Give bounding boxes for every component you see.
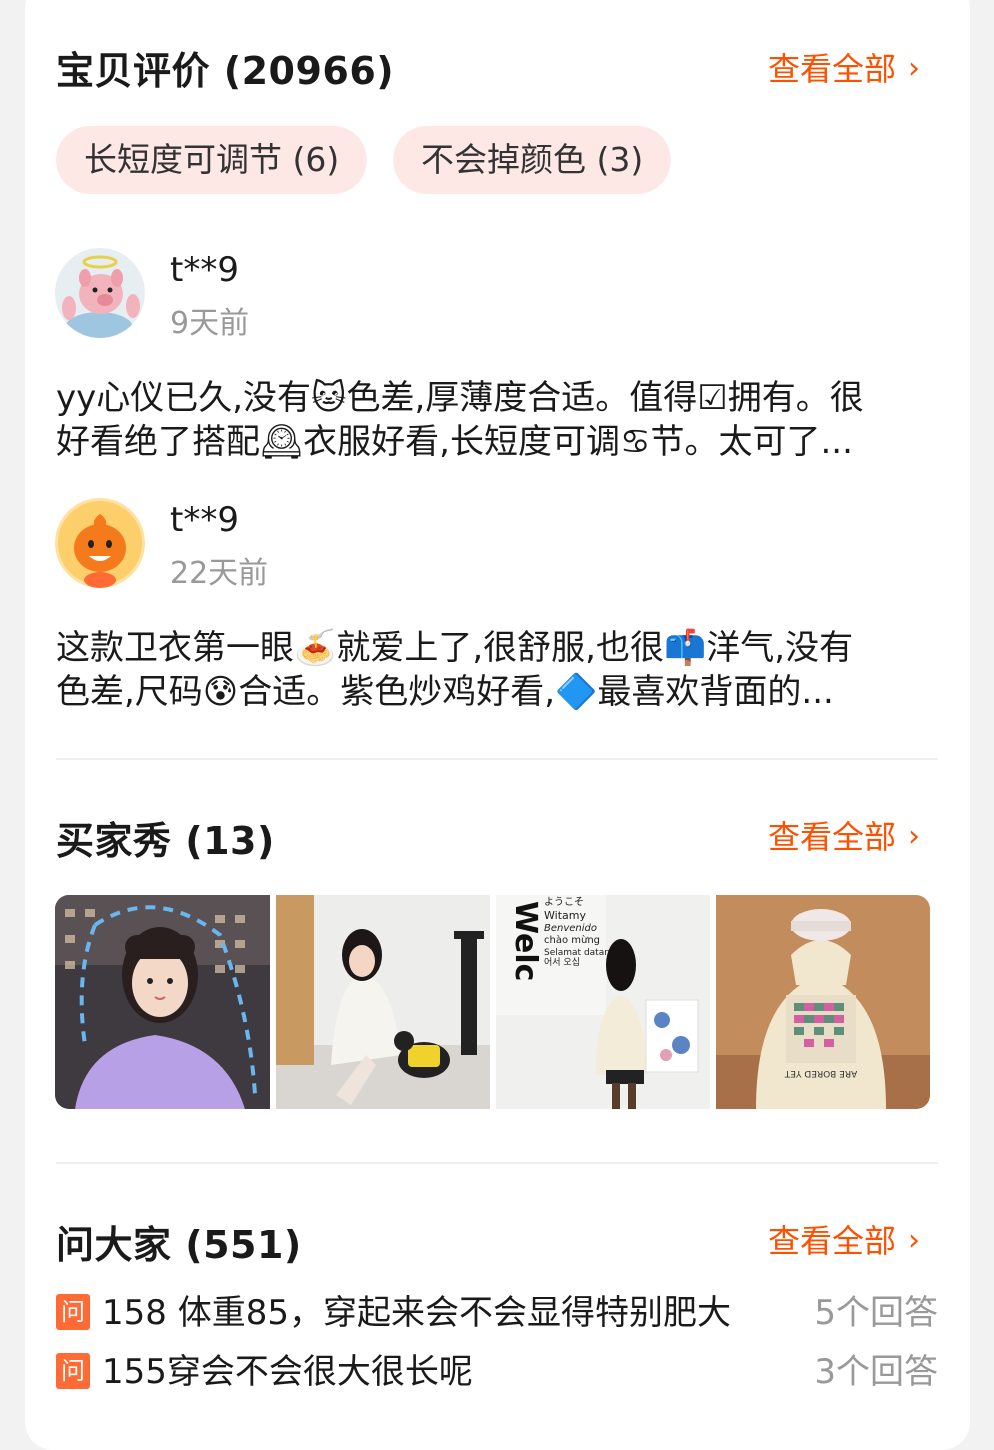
photo-sign-text: Selamat datang xyxy=(544,948,616,958)
photo-sign-text: ようこそ xyxy=(544,896,584,908)
avatar xyxy=(55,498,145,588)
reviews-view-all-link[interactable]: 查看全部 › xyxy=(768,44,920,90)
review-username: t**9 xyxy=(170,500,239,540)
review-text-line: 这款卫衣第一眼🍝就爱上了,很舒服,也很📫洋气,没有 xyxy=(56,628,854,668)
review-time: 22天前 xyxy=(170,556,269,591)
review-time: 9天前 xyxy=(170,306,250,341)
buyer-photo[interactable]: ARE BORED YET xyxy=(716,895,930,1109)
review-username: t**9 xyxy=(170,250,239,290)
qa-answer-count: 3个回答 xyxy=(814,1352,938,1392)
buyer-photo[interactable]: Welc ようこそ Witamy Benvenido chào mừng Sel… xyxy=(496,895,710,1109)
review-tag-adjustable-length[interactable]: 长短度可调节 (6) xyxy=(56,126,368,194)
qa-question-text: 155穿会不会很大很长呢 xyxy=(102,1352,473,1392)
review-text-line: 好看绝了搭配🕰衣服好看,长短度可调♋节。太可了... xyxy=(56,422,853,462)
chevron-right-icon: › xyxy=(908,1223,921,1258)
qa-item[interactable]: 问 158 体重85，穿起来会不会显得特别肥大 5个回答 xyxy=(56,1288,938,1338)
buyer-photo-image xyxy=(55,895,270,1109)
buyer-show-view-all-link[interactable]: 查看全部 › xyxy=(768,812,920,858)
buyer-show-view-all-label: 查看全部 xyxy=(768,818,897,856)
qa-item[interactable]: 问 155穿会不会很大很长呢 3个回答 xyxy=(56,1347,938,1397)
ask-everyone-title: 问大家 (551) xyxy=(56,1223,302,1267)
buyer-photo[interactable] xyxy=(276,895,490,1109)
reviews-title: 宝贝评价 (20966) xyxy=(56,49,395,93)
photo-sign-text: Benvenido xyxy=(544,923,597,934)
buyer-show-title: 买家秀 (13) xyxy=(56,819,275,863)
ask-everyone-view-all-label: 查看全部 xyxy=(768,1222,897,1260)
qa-answer-count: 5个回答 xyxy=(814,1293,938,1333)
question-badge-icon: 问 xyxy=(56,1294,90,1330)
buyer-photo-image xyxy=(276,895,490,1109)
buyer-photo-image: Welc ようこそ Witamy Benvenido chào mừng Sel… xyxy=(496,895,710,1109)
reviews-view-all-label: 查看全部 xyxy=(768,50,897,88)
review-text-line: 色差,尺码😰合适。紫色炒鸡好看,🔷最喜欢背面的... xyxy=(56,672,834,712)
buyer-photo[interactable] xyxy=(55,895,270,1109)
section-divider xyxy=(56,1162,938,1164)
hoodie-print-text: ARE BORED YET xyxy=(784,1068,857,1078)
question-badge-icon: 问 xyxy=(56,1353,90,1389)
avatar xyxy=(55,248,145,338)
photo-sign-text: chào mừng xyxy=(544,934,600,946)
photo-sign-text: Welc xyxy=(508,901,543,981)
section-divider xyxy=(56,758,938,760)
buyer-photo-image: ARE BORED YET xyxy=(716,895,930,1109)
photo-sign-text: 어서 오십 xyxy=(544,957,580,968)
chevron-right-icon: › xyxy=(908,819,921,854)
pig-avatar-icon xyxy=(55,248,145,338)
review-tag-colorfast[interactable]: 不会掉颜色 (3) xyxy=(393,126,672,194)
qa-question-text: 158 体重85，穿起来会不会显得特别肥大 xyxy=(102,1293,731,1333)
photo-sign-text: Witamy xyxy=(544,909,586,922)
orange-mascot-avatar-icon xyxy=(55,498,145,588)
review-text-line: yy心仪已久,没有🐱色差,厚薄度合适。值得☑拥有。很 xyxy=(56,378,864,418)
chevron-right-icon: › xyxy=(908,51,921,86)
ask-everyone-view-all-link[interactable]: 查看全部 › xyxy=(768,1216,920,1262)
